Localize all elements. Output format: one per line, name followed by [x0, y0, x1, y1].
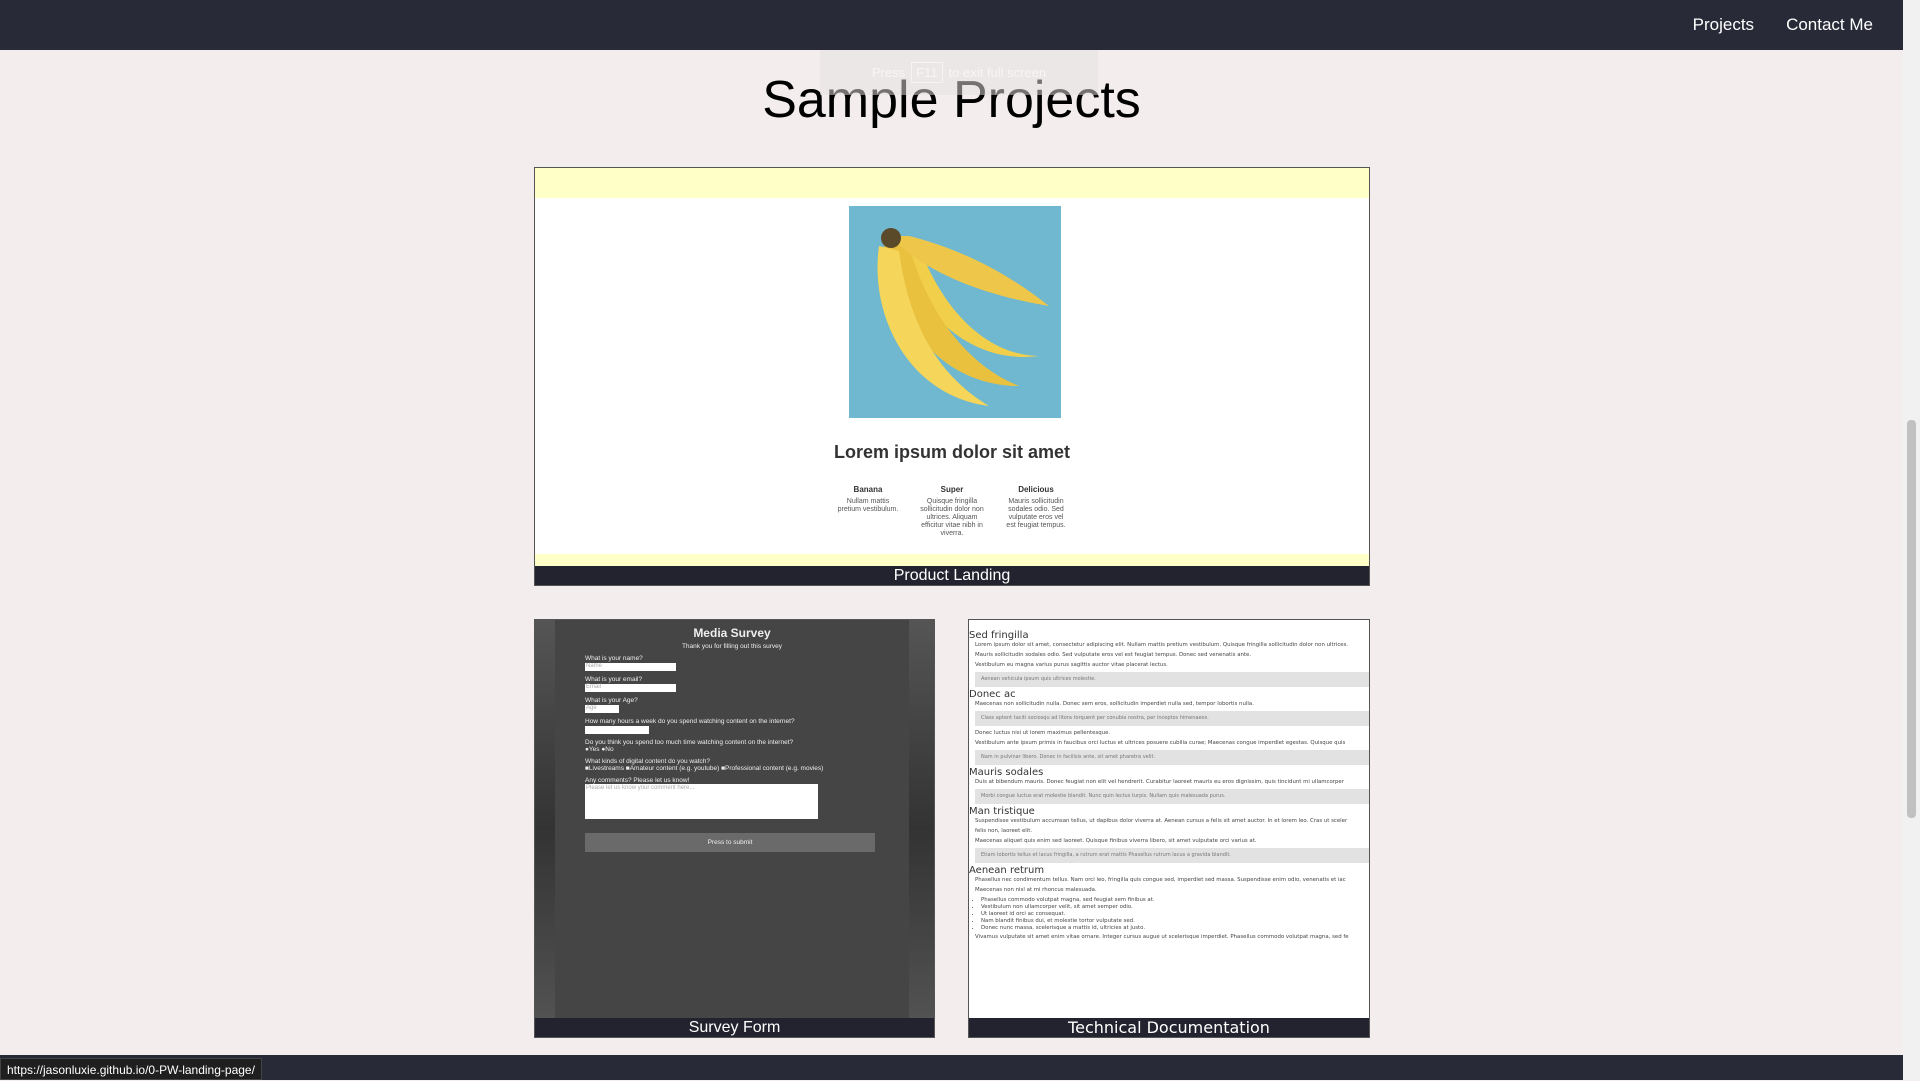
- feature: Banana Nullam mattis pretium vestibulum.: [837, 485, 899, 514]
- paragraph: Maecenas non sollicitudin nulla. Donec s…: [975, 701, 1254, 707]
- paragraph: Mauris sollicitudin sodales odio. Sed vu…: [975, 652, 1252, 658]
- question: What kinds of digital content do you wat…: [585, 758, 711, 765]
- survey-title: Media Survey: [693, 626, 771, 640]
- age-input: Age: [585, 705, 619, 713]
- paragraph: Vestibulum ante ipsum primis in faucibus…: [975, 740, 1346, 746]
- code-block: Aenean vehicula ipsum quis ultrices mole…: [975, 672, 1369, 687]
- paragraph: Donec luctus nisi ut lorem maximus pelle…: [975, 730, 1111, 736]
- comment-textarea: Please let us know your comment here...: [585, 784, 818, 819]
- top-nav: Projects Contact Me: [0, 0, 1903, 50]
- paragraph: Maecenas non nisl at mi rhoncus malesuad…: [975, 887, 1097, 893]
- card-caption: Technical Documentation: [969, 1018, 1369, 1037]
- code-block: Etiam lobortis tellus et lacus fringilla…: [975, 848, 1369, 863]
- product-heading: Lorem ipsum dolor sit amet: [833, 442, 1071, 462]
- project-card-product-landing[interactable]: Lorem ipsum dolor sit amet Banana Nullam …: [534, 167, 1370, 586]
- toast-text: Press: [871, 65, 906, 80]
- paragraph: Phasellus nec condimentum tellus. Nam or…: [975, 877, 1346, 883]
- section-heading: Mauris sodales: [969, 767, 1044, 778]
- list-item: Phasellus commodo volutpat magna, sed fe…: [981, 897, 1369, 904]
- scrollbar[interactable]: [1903, 0, 1920, 1080]
- radio-options: ●Yes ●No: [585, 746, 614, 753]
- techdoc-preview: Sed fringilla Lorem ipsum dolor sit amet,…: [969, 620, 1369, 941]
- question: What is your Age?: [585, 697, 638, 704]
- card-caption: Survey Form: [535, 1018, 934, 1037]
- question: What is your email?: [585, 676, 643, 683]
- paragraph: Lorem ipsum dolor sit amet, consectetur …: [975, 642, 1349, 648]
- code-block: Nam in pulvinar libero. Donec in facilis…: [975, 750, 1369, 765]
- project-card-survey-form[interactable]: Media Survey Thank you for filling out t…: [534, 619, 935, 1038]
- status-url: https://jasonluxie.github.io/0-PW-landin…: [0, 1058, 262, 1080]
- code-block: Class aptent taciti sociosqu ad litora t…: [975, 711, 1369, 726]
- question: What is your name?: [585, 655, 643, 662]
- paragraph: Suspendisse vestibulum accumsan tellus, …: [975, 818, 1348, 824]
- paragraph: Maecenas aliquet quis enim sed laoreet. …: [975, 838, 1257, 844]
- nav-projects-link[interactable]: Projects: [1693, 15, 1754, 35]
- paragraph: Vivamus vulputate sit amet enim vitae or…: [975, 934, 1349, 940]
- question: Do you think you spend too much time wat…: [585, 739, 794, 746]
- header-band: [535, 168, 1369, 198]
- section-heading: Sed fringilla: [969, 630, 1029, 641]
- hours-input: [585, 726, 649, 734]
- email-input: Email: [585, 684, 676, 692]
- list-item: Ut laoreet id orci ac consequat.: [981, 911, 1369, 918]
- banana-image: [849, 206, 1061, 418]
- list-item: Donec nunc massa, scelerisque a mattis i…: [981, 925, 1369, 932]
- feature: Super Quisque fringilla sollicitudin dolo…: [920, 485, 984, 538]
- toast-key: F11: [911, 62, 943, 83]
- code-block: Morbi congue luctus erat molestie blandi…: [975, 789, 1369, 804]
- checkbox-options: ■Livestreams ■Amateur content (e.g. yout…: [585, 765, 824, 772]
- feature: Delicious Mauris sollicitudin sodales odi…: [1006, 485, 1066, 530]
- paragraph: felis non, laoreet elit.: [975, 828, 1033, 834]
- paragraph: Vestibulum eu magna varius purus sagitti…: [975, 662, 1168, 668]
- submit-button: Press to submit: [585, 833, 875, 852]
- paragraph: Duis at bibendum mauris. Donec feugiat n…: [975, 779, 1344, 785]
- nav-contact-link[interactable]: Contact Me: [1786, 15, 1873, 35]
- bullet-list: Phasellus commodo volutpat magna, sed fe…: [969, 897, 1369, 932]
- project-card-technical-documentation[interactable]: Sed fringilla Lorem ipsum dolor sit amet,…: [968, 619, 1370, 1038]
- bottom-bar: [0, 1055, 1903, 1080]
- survey-subtitle: Thank you for filling out this survey: [681, 643, 783, 650]
- question: Any comments? Please let us know!: [585, 777, 690, 784]
- card-caption: Product Landing: [535, 566, 1369, 585]
- name-input: Name: [585, 663, 676, 671]
- toast-text: to exit full screen: [948, 65, 1047, 80]
- section-heading: Donec ac: [969, 689, 1016, 700]
- list-item: Nam blandit finibus dui, et molestie tor…: [981, 918, 1369, 925]
- section-heading: Man tristique: [969, 806, 1035, 817]
- section-heading: Aenean retrum: [969, 865, 1045, 876]
- scrollbar-thumb[interactable]: [1907, 420, 1916, 818]
- question: How many hours a week do you spend watch…: [585, 718, 795, 725]
- list-item: Vestibulum non ullamcorper velit, sit am…: [981, 904, 1369, 911]
- fullscreen-toast: Press F11 to exit full screen: [820, 50, 1098, 95]
